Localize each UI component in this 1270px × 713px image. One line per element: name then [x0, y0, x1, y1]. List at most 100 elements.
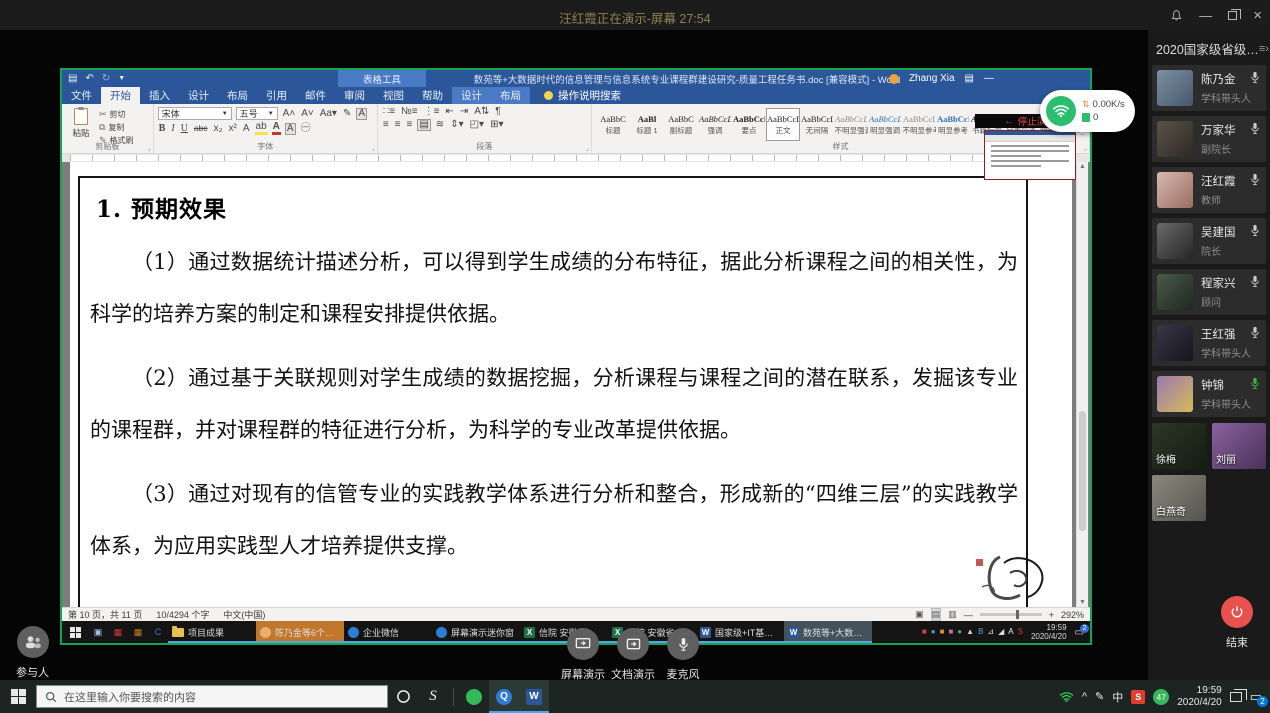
ribbon-tab-帮助[interactable]: 帮助: [413, 87, 452, 104]
bullets-icon[interactable]: ∷≡: [382, 107, 396, 117]
participant-钟锦[interactable]: 钟锦学科带头人: [1152, 371, 1266, 417]
network-status-widget[interactable]: ⇅0.00K/s 0: [1040, 90, 1135, 132]
style-强调[interactable]: AaBbCcD强调: [698, 108, 732, 141]
clear-format-icon[interactable]: ✎: [342, 109, 352, 119]
style-不明显强调[interactable]: AaBbCcD不明显强调: [834, 108, 868, 141]
zoom-in-button[interactable]: +: [1049, 610, 1054, 620]
scroll-down-icon[interactable]: ▼: [1077, 599, 1088, 606]
lock-icon[interactable]: ▲: [966, 628, 974, 636]
viewer-app-icon[interactable]: C: [148, 621, 168, 643]
font-size-select[interactable]: 五号▼: [236, 107, 278, 120]
strikethrough-button[interactable]: abc: [193, 124, 209, 133]
sort-icon[interactable]: A⇅: [473, 107, 490, 117]
align-center-icon[interactable]: ≡: [394, 120, 402, 130]
participant-吴建国[interactable]: 吴建国院长: [1152, 218, 1266, 264]
scrollbar-thumb[interactable]: [1079, 411, 1086, 531]
text-effects-icon[interactable]: A: [242, 124, 251, 134]
decrease-indent-icon[interactable]: ⇤: [444, 107, 454, 117]
participant-mic-icon[interactable]: [1250, 224, 1260, 242]
ime-a-icon[interactable]: A: [1008, 628, 1013, 636]
qat-dropdown-icon[interactable]: ▼: [118, 75, 125, 82]
volume-icon[interactable]: ◢: [998, 628, 1004, 636]
taskbar-item-屏幕演示迷你窗[interactable]: 屏幕演示迷你窗: [432, 621, 520, 643]
zoom-level[interactable]: 292%: [1061, 610, 1084, 620]
highlight-button[interactable]: ab: [255, 122, 268, 135]
change-case-icon[interactable]: Aa▾: [319, 109, 338, 119]
font-name-select[interactable]: 宋体▼: [158, 107, 232, 120]
remote-desktop-icon[interactable]: ▣: [88, 621, 108, 643]
app-orange-icon[interactable]: ■: [940, 628, 945, 636]
app-red-icon[interactable]: ■: [922, 628, 927, 636]
style-无间隔[interactable]: AaBbCcDc无间隔: [800, 108, 834, 141]
taskbar-search-input[interactable]: 在这里输入你要搜索的内容: [36, 685, 388, 708]
participant-tile-白燕奇[interactable]: 白燕奇: [1152, 475, 1206, 521]
sogou-icon[interactable]: S: [1018, 628, 1023, 636]
ribbon-tab-插入[interactable]: 插入: [140, 87, 179, 104]
styles-launcher-icon[interactable]: ⌟: [1084, 144, 1087, 152]
redo-icon[interactable]: ↻: [102, 73, 110, 84]
ribbon-tab-文件[interactable]: 文件: [62, 87, 101, 104]
list-menu-icon[interactable]: ≡›: [1259, 43, 1269, 55]
page-indicator[interactable]: 第 10 页，共 11 页: [68, 608, 142, 621]
clipboard-launcher-icon[interactable]: ⌟: [147, 144, 150, 152]
virtual-desktop-icon[interactable]: [1230, 692, 1242, 702]
align-right-icon[interactable]: ≡: [406, 120, 414, 130]
word-count[interactable]: 10/4294 个字: [156, 608, 209, 621]
mic-control[interactable]: 麦克风: [660, 628, 706, 682]
app-s-icon[interactable]: S: [418, 680, 448, 713]
participant-mic-icon[interactable]: [1250, 275, 1260, 293]
multilevel-list-icon[interactable]: ⋮≡: [423, 107, 441, 117]
save-icon[interactable]: ▤: [68, 73, 77, 84]
font-launcher-icon[interactable]: ⌟: [372, 144, 375, 152]
zoom-slider[interactable]: [980, 613, 1042, 616]
document-page[interactable]: 1. 预期效果 （1）通过数据统计描述分析，可以得到学生成绩的分布特征，据此分析…: [70, 162, 1072, 607]
end-meeting-control[interactable]: 结束: [1218, 596, 1256, 650]
ribbon-options-icon[interactable]: ▤: [965, 73, 974, 84]
participant-王红强[interactable]: 王红强学科带头人: [1152, 320, 1266, 366]
scroll-up-icon[interactable]: ▲: [1077, 163, 1088, 170]
ime-indicator[interactable]: 中: [1112, 689, 1123, 705]
ruler[interactable]: [62, 154, 1090, 162]
shared-notification-icon[interactable]: ▭2: [1075, 627, 1084, 638]
sogou-icon[interactable]: S: [1131, 690, 1145, 704]
wechat-icon[interactable]: ●: [957, 628, 962, 636]
undo-icon[interactable]: ↶: [85, 73, 93, 84]
start-button[interactable]: [0, 680, 36, 713]
subscript-button[interactable]: x₂: [213, 124, 224, 134]
participant-mic-icon[interactable]: [1250, 377, 1260, 395]
line-spacing-icon[interactable]: ⇕▾: [449, 120, 464, 130]
cortana-icon[interactable]: [388, 680, 418, 713]
language-indicator[interactable]: 中文(中国): [223, 608, 265, 621]
participant-程家兴[interactable]: 程家兴顾问: [1152, 269, 1266, 315]
style-正文[interactable]: AaBbCcDc正文: [766, 108, 800, 141]
cut-button[interactable]: ✂剪切: [99, 109, 134, 120]
align-left-icon[interactable]: ≡: [382, 120, 390, 130]
taskbar-item-数苑等+大数据时…[interactable]: W数苑等+大数据时…: [784, 621, 872, 643]
participant-mic-icon[interactable]: [1250, 122, 1260, 140]
print-layout-icon[interactable]: ▤: [931, 608, 942, 621]
taskbar-item-项目成果[interactable]: 项目成果: [168, 621, 256, 643]
ribbon-tab-设计[interactable]: 设计: [452, 87, 491, 104]
style-副标题[interactable]: AaBbC副标题: [664, 108, 698, 141]
word-minimize-icon[interactable]: —: [984, 73, 994, 84]
font-color-button[interactable]: A: [272, 122, 281, 135]
style-要点[interactable]: AaBbCcD要点: [732, 108, 766, 141]
bold-button[interactable]: B: [158, 124, 167, 134]
browser-icon[interactable]: ●: [931, 628, 936, 636]
enclose-char-icon[interactable]: ㊀: [300, 124, 312, 134]
action-center-icon[interactable]: ▭2: [1250, 689, 1262, 705]
ribbon-tab-布局[interactable]: 布局: [218, 87, 257, 104]
participant-万家华[interactable]: 万家华副院长: [1152, 116, 1266, 162]
restore-button[interactable]: [1228, 11, 1237, 20]
doc-share-control[interactable]: 文档演示: [610, 628, 656, 682]
grid-app-icon[interactable]: ▦: [128, 621, 148, 643]
underline-button[interactable]: U: [180, 124, 189, 134]
shading-a-icon[interactable]: A: [285, 123, 296, 135]
participant-mic-icon[interactable]: [1250, 71, 1260, 89]
style-标题 1[interactable]: AaBl标题 1: [630, 108, 664, 141]
app-pink-icon[interactable]: ■: [948, 628, 953, 636]
presenter-preview-thumbnail[interactable]: [984, 130, 1076, 180]
participants-control[interactable]: 参与人: [16, 626, 49, 680]
word-taskbar-icon[interactable]: W: [519, 680, 549, 713]
style-标题[interactable]: AaBbC标题: [596, 108, 630, 141]
